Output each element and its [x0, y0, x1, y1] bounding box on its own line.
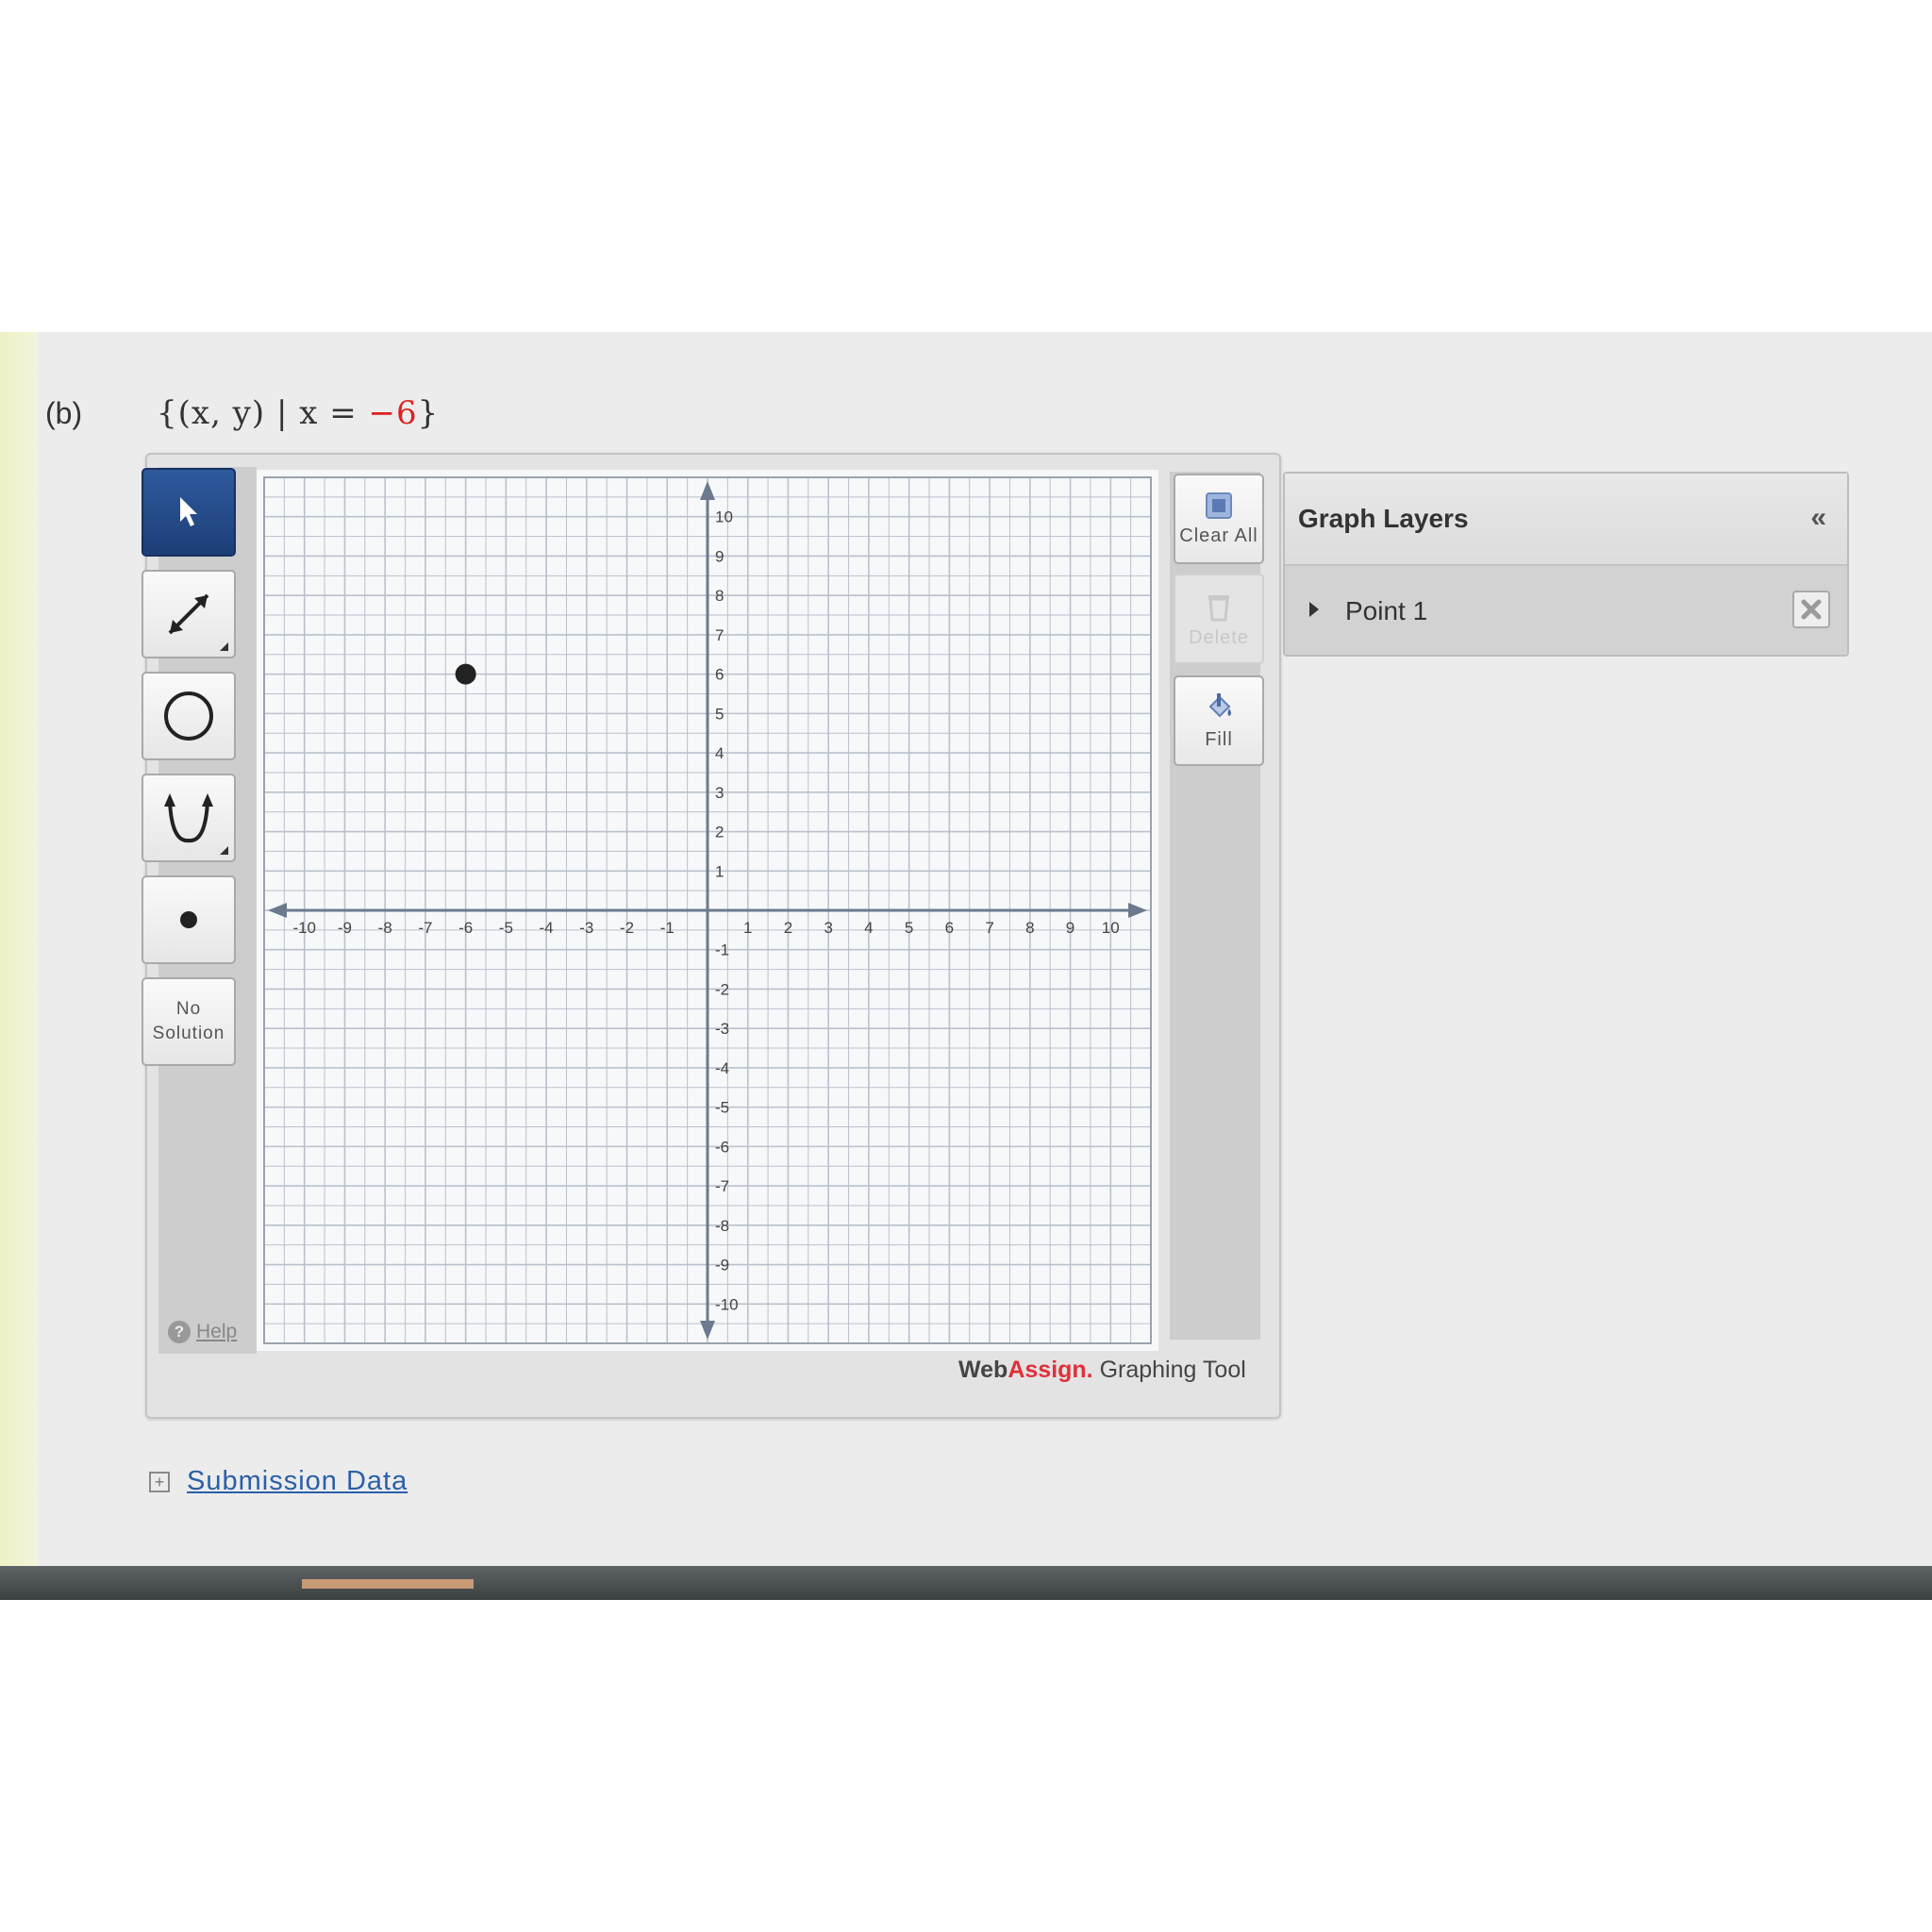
- x-tick-label: -7: [418, 919, 432, 937]
- x-tick-label: 3: [824, 919, 832, 937]
- y-tick-label: -9: [715, 1257, 729, 1274]
- set-expression-value: −6: [368, 394, 418, 432]
- monitor-bezel: [0, 1566, 1932, 1600]
- line-icon: [168, 593, 209, 635]
- select-tool-button[interactable]: [142, 468, 236, 557]
- y-tick-label: 1: [715, 862, 724, 880]
- y-tick-label: 5: [715, 705, 724, 723]
- y-tick-label: -8: [715, 1217, 729, 1235]
- coordinate-plane[interactable]: -10 -9 -8 -7 -6 -5 -4 -3 -2 -1 1 2 3 4 5 6 7 8 9 10 10 9 8 7 6 5 4…: [257, 470, 1158, 1351]
- webassign-branding: WebAssign. Graphing Tool: [958, 1357, 1246, 1384]
- no-solution-button[interactable]: No Solution: [142, 977, 236, 1066]
- y-tick-label: -7: [715, 1177, 729, 1195]
- no-solution-label: No Solution: [153, 997, 225, 1046]
- point-tool-button[interactable]: [142, 875, 236, 964]
- x-tick-label: 9: [1066, 919, 1074, 937]
- y-axis-arrow-up: [700, 481, 715, 500]
- brand-graphing-tool: Graphing Tool: [1092, 1357, 1246, 1383]
- fill-button[interactable]: Fill: [1174, 675, 1264, 766]
- delete-label: Delete: [1189, 626, 1249, 648]
- x-tick-label: -5: [499, 919, 513, 937]
- brand-web: Web: [958, 1357, 1008, 1383]
- help-label: Help: [196, 1321, 238, 1342]
- part-label: (b): [45, 396, 83, 430]
- clear-all-label: Clear All: [1179, 525, 1258, 546]
- plotted-point[interactable]: [455, 663, 476, 685]
- tool-options-indicator: [220, 642, 228, 651]
- x-tick-label: 1: [743, 919, 752, 937]
- y-tick-label: 3: [715, 784, 724, 802]
- set-expression-suffix: }: [417, 394, 440, 432]
- y-tick-label: -10: [715, 1295, 739, 1313]
- submission-data-link[interactable]: Submission Data: [187, 1466, 408, 1497]
- x-tick-label: -4: [540, 919, 554, 937]
- y-tick-label: -5: [715, 1099, 729, 1117]
- paint-bucket-icon: [1208, 692, 1231, 717]
- y-tick-label: 4: [715, 744, 724, 762]
- x-tick-label: -6: [458, 919, 473, 937]
- x-tick-label: -3: [579, 919, 593, 937]
- fill-label: Fill: [1205, 728, 1233, 750]
- graph-layers-title: Graph Layers: [1298, 504, 1469, 533]
- x-tick-label: -1: [660, 919, 675, 937]
- circle-tool-button[interactable]: [142, 672, 236, 760]
- y-tick-label: 2: [715, 824, 724, 841]
- y-tick-label: 7: [715, 626, 724, 644]
- layer-item[interactable]: Point 1: [1285, 566, 1847, 655]
- x-tick-label: 10: [1102, 919, 1120, 937]
- y-tick-label: 9: [715, 547, 724, 565]
- pointer-arrow-icon: [180, 497, 197, 526]
- x-tick-label: 2: [784, 919, 792, 937]
- submission-data-toggle[interactable]: + Submission Data: [149, 1466, 408, 1497]
- tool-options-indicator: [220, 846, 228, 855]
- x-tick-label: -10: [292, 919, 316, 937]
- set-expression: {(x, y) | x = −6}: [157, 394, 439, 432]
- expand-plus-icon[interactable]: +: [149, 1471, 170, 1492]
- collapse-panel-button[interactable]: «: [1810, 502, 1826, 534]
- x-tick-label: 7: [985, 919, 993, 937]
- close-icon: [1801, 599, 1822, 620]
- parabola-tool-button[interactable]: [142, 774, 236, 862]
- point-icon: [180, 911, 197, 928]
- line-tool-button[interactable]: [142, 570, 236, 658]
- y-tick-label: -2: [715, 980, 729, 998]
- graph-layers-panel: Graph Layers « Point 1: [1283, 472, 1849, 657]
- parabola-icon: [164, 793, 213, 843]
- clear-all-icon: [1206, 491, 1232, 519]
- set-expression-prefix: {(x, y) | x =: [157, 394, 369, 432]
- y-tick-label: -3: [715, 1020, 729, 1038]
- trash-icon: [1208, 594, 1229, 621]
- x-tick-label: -9: [338, 919, 352, 937]
- x-tick-label: -8: [378, 919, 392, 937]
- y-tick-label: -6: [715, 1138, 729, 1156]
- clear-all-button[interactable]: Clear All: [1174, 474, 1264, 564]
- delete-button[interactable]: Delete: [1174, 574, 1264, 664]
- x-axis-arrow-right: [1128, 903, 1147, 918]
- graph-canvas[interactable]: -10 -9 -8 -7 -6 -5 -4 -3 -2 -1 1 2 3 4 5 6 7 8 9 10 10 9 8 7 6 5 4…: [257, 470, 1158, 1351]
- expand-arrow-icon[interactable]: [1309, 602, 1319, 617]
- delete-layer-button[interactable]: [1792, 591, 1830, 628]
- x-tick-label: 5: [905, 919, 913, 937]
- y-axis-arrow-down: [700, 1321, 715, 1340]
- x-tick-label: 6: [945, 919, 954, 937]
- x-tick-label: 8: [1025, 919, 1034, 937]
- x-tick-label: 4: [864, 919, 873, 937]
- help-icon: ?: [168, 1321, 191, 1343]
- y-tick-label: 6: [715, 666, 724, 684]
- x-axis-arrow-left: [268, 903, 287, 918]
- help-link[interactable]: ? Help: [168, 1321, 237, 1343]
- y-tick-label: -1: [715, 941, 729, 959]
- bezel-tab: [302, 1579, 474, 1589]
- no-solution-line2: Solution: [152, 1024, 225, 1043]
- brand-assign: Assign.: [1008, 1357, 1093, 1383]
- no-solution-line1: No: [175, 999, 202, 1019]
- graph-layers-header: Graph Layers «: [1285, 474, 1847, 566]
- circle-icon: [164, 691, 213, 741]
- y-tick-label: 10: [715, 508, 733, 526]
- x-tick-label: -2: [620, 919, 634, 937]
- y-tick-label: 8: [715, 587, 724, 605]
- layer-item-label: Point 1: [1345, 596, 1428, 625]
- y-tick-label: -4: [715, 1059, 729, 1077]
- screen-left-edge: [0, 332, 38, 1596]
